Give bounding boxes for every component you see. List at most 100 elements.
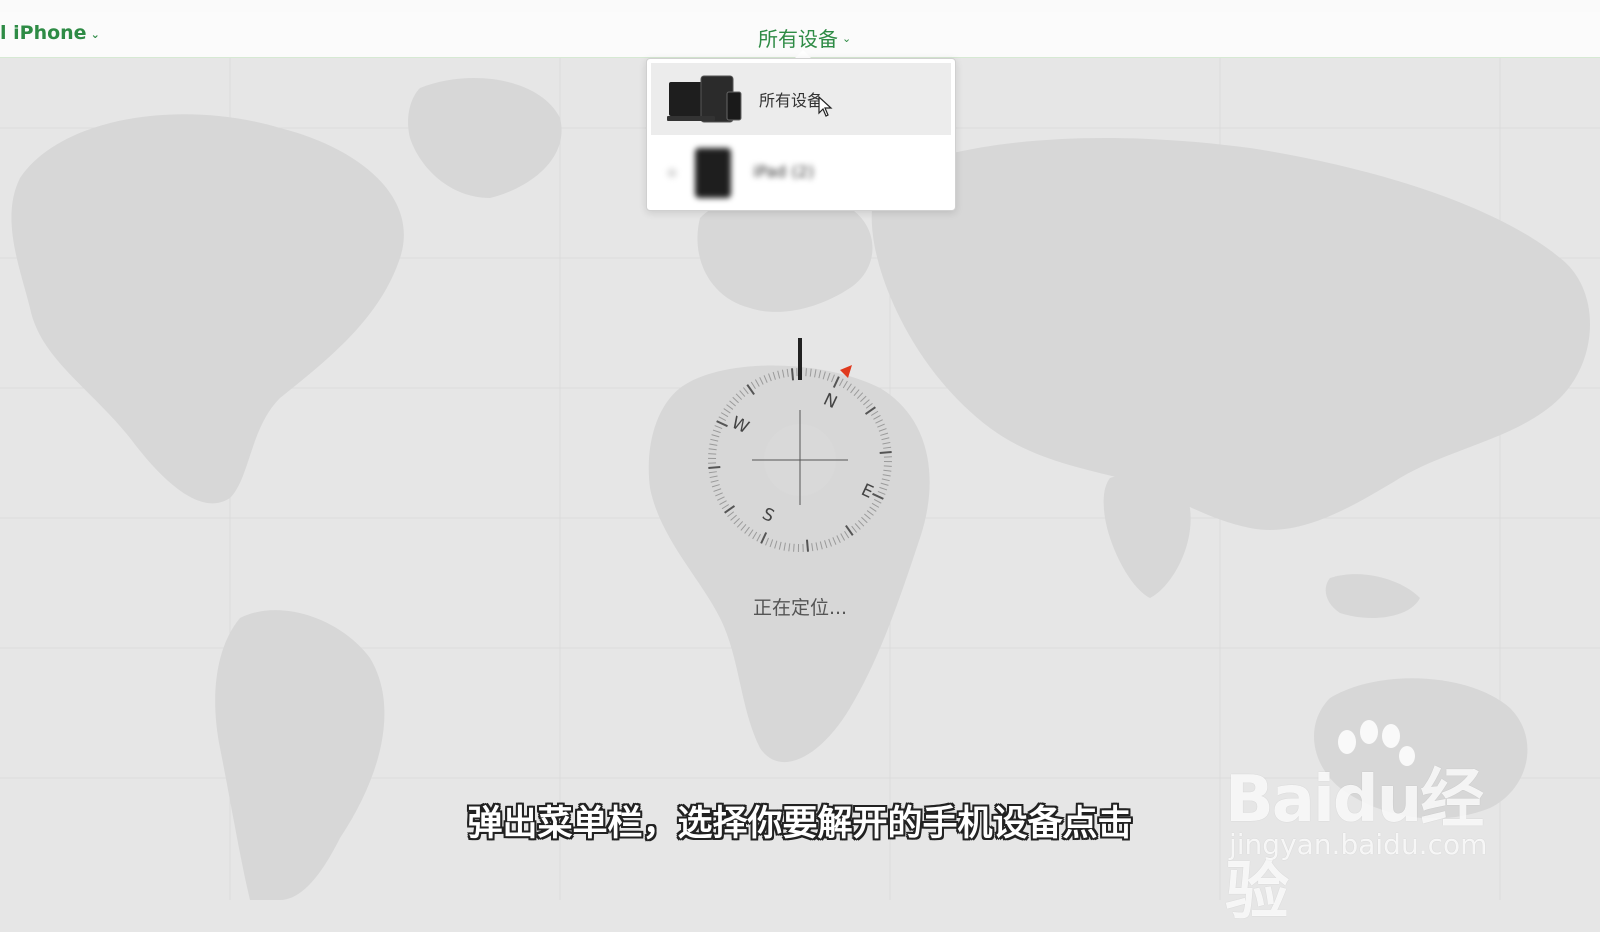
compass-tick (882, 442, 890, 444)
device-menu-label: 所有设备 (758, 23, 838, 52)
compass-label-w: W (728, 413, 752, 438)
compass-tick (710, 439, 718, 441)
compass-tick (870, 507, 877, 511)
compass-tick (882, 438, 890, 440)
compass-tick (714, 489, 722, 492)
compass-tick (820, 542, 822, 550)
compass-tick (857, 393, 862, 399)
compass-tick (709, 472, 717, 473)
compass: N E S W (690, 330, 910, 560)
compass-tick (867, 511, 873, 516)
compass-tick (709, 444, 717, 445)
compass-tick (782, 370, 784, 378)
compass-tick (833, 537, 836, 544)
compass-tick (858, 520, 864, 526)
compass-tick (873, 415, 880, 419)
compass-tick (831, 375, 834, 382)
compass-tick (854, 390, 859, 396)
compass-tick (778, 371, 780, 379)
compass-tick (733, 397, 739, 402)
compass-tick (866, 403, 872, 408)
compass-tick (877, 424, 884, 427)
compass-tick (880, 452, 892, 453)
compass-tick (775, 541, 777, 549)
compass-tick (807, 540, 808, 552)
app-title: l iPhone (0, 22, 87, 44)
compass-tick (769, 374, 772, 382)
compass-tick (806, 368, 807, 376)
compass-tick (883, 475, 891, 476)
compass-tick (863, 400, 869, 405)
heading-indicator (798, 338, 802, 380)
device-info: iPad (2) (753, 162, 814, 185)
app-title-menu[interactable]: l iPhone ⌄ (0, 22, 100, 44)
compass-tick (847, 384, 851, 391)
compass-tick (711, 480, 719, 482)
compass-tick (861, 517, 867, 522)
compass-tick (837, 535, 841, 542)
all-devices-icon (667, 74, 745, 124)
compass-tick (722, 505, 729, 509)
device-menu-trigger[interactable]: 所有设备 ⌄ (758, 23, 851, 52)
compass-tick (730, 401, 736, 406)
compass-tick (745, 527, 750, 533)
compass-tick (784, 543, 785, 551)
compass-tick (873, 494, 884, 499)
compass-tick (715, 493, 722, 496)
compass-tick (872, 503, 879, 507)
compass-tick (712, 485, 720, 487)
compass-tick (709, 449, 717, 450)
video-subtitle: 弹出菜单栏，选择你要解开的手机设备点击 (300, 795, 1300, 846)
compass-tick (839, 379, 843, 386)
dropdown-item-device[interactable]: iPad (2) (651, 139, 951, 207)
compass-tick (737, 521, 742, 527)
compass-tick (816, 542, 818, 550)
compass-tick (712, 435, 720, 437)
compass-tick (871, 411, 878, 415)
compass-tick (881, 483, 889, 485)
compass-tick (757, 534, 761, 541)
compass-tick (810, 369, 811, 377)
compass-tick (755, 380, 759, 387)
compass-tick (845, 531, 849, 538)
compass-tick (760, 377, 764, 384)
locating-status: 正在定位... (700, 593, 900, 620)
compass-tick (812, 543, 813, 551)
chevron-down-icon: ⌄ (91, 28, 100, 41)
compass-tick (721, 413, 728, 417)
baidu-jingyan-watermark: Baidu经验 jingyan.baidu.com (1225, 728, 1525, 868)
ipad-icon (693, 146, 733, 200)
compass-tick (879, 429, 887, 432)
compass-tick (819, 370, 821, 378)
compass-tick (884, 466, 892, 467)
compass-label-n: N (820, 390, 840, 414)
compass-tick (829, 539, 832, 547)
compass-tick (883, 470, 891, 471)
mouse-cursor-icon (818, 96, 834, 118)
compass-tick (878, 491, 885, 494)
compass-tick (708, 467, 720, 468)
compass-tick (843, 381, 847, 388)
compass-label-s: S (759, 504, 777, 527)
compass-tick (740, 391, 745, 397)
compass-tick (787, 369, 788, 377)
compass-tick (825, 540, 827, 548)
compass-tick (713, 430, 721, 433)
compass-tick (792, 368, 793, 380)
compass-tick (875, 420, 882, 424)
compass-tick (743, 388, 748, 394)
compass-tick (708, 454, 716, 455)
compass-label-e: E (858, 480, 876, 503)
compass-tick (852, 526, 857, 532)
compass-tick (855, 523, 860, 529)
compass-tick (770, 539, 773, 547)
compass-tick (882, 479, 890, 481)
compass-tick (749, 530, 753, 537)
dropdown-item-all-devices[interactable]: 所有设备 (651, 63, 951, 135)
compass-tick (773, 372, 775, 380)
compass-tick (789, 543, 790, 551)
compass-tick (764, 375, 767, 382)
compass-tick (823, 372, 825, 380)
compass-tick (736, 394, 742, 400)
chevron-down-icon: ⌄ (842, 32, 851, 45)
